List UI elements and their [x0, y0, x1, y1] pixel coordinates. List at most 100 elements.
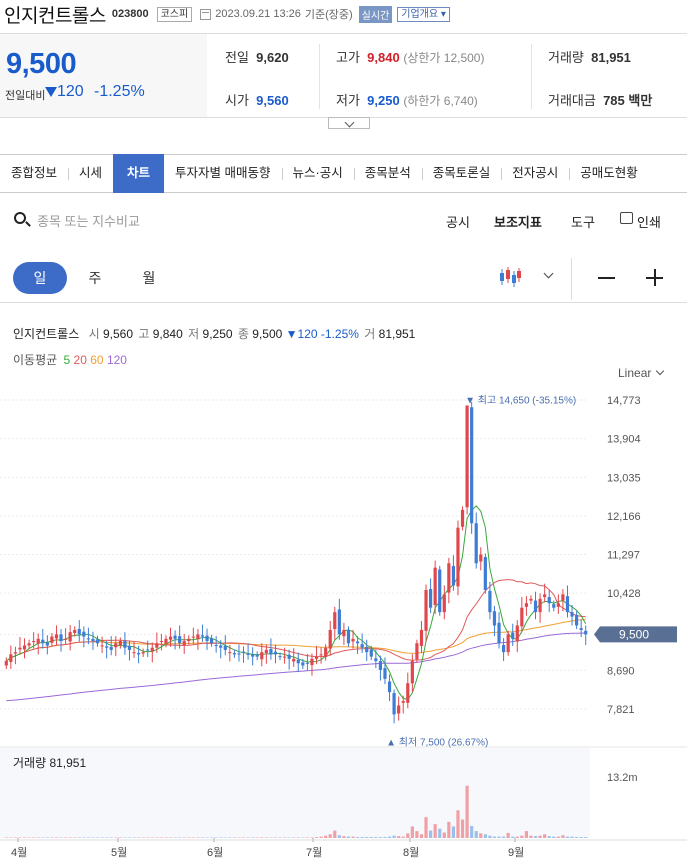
- period-day-button[interactable]: 일: [13, 262, 67, 294]
- volume-bar: [319, 836, 323, 838]
- volume-bar: [155, 837, 159, 839]
- volume-bar: [547, 836, 551, 838]
- tab-discussion[interactable]: 종목토론실: [421, 155, 502, 192]
- tab-short-selling[interactable]: 공매도현황: [569, 155, 649, 192]
- volume-bar: [438, 828, 442, 838]
- expand-toggle-button[interactable]: [328, 117, 370, 129]
- stock-header: 인지컨트롤스 023800 코스피 2023.09.21 13:26 기준(장중…: [0, 0, 687, 28]
- volume-bar: [328, 834, 332, 838]
- volume-bar: [77, 837, 81, 839]
- candle-body: [273, 651, 278, 655]
- zoom-out-icon[interactable]: [598, 277, 615, 279]
- candle-body: [50, 636, 54, 643]
- period-week-button[interactable]: 주: [80, 262, 110, 294]
- volume-bar: [150, 837, 154, 839]
- volume-bar: [378, 837, 383, 838]
- candle-body: [18, 647, 22, 650]
- volume-bar: [63, 837, 68, 839]
- candle-body: [360, 644, 364, 648]
- volume-bar: [273, 837, 278, 839]
- candlestick-icon[interactable]: [498, 266, 522, 288]
- volume-bar: [232, 837, 237, 839]
- candle-body: [4, 661, 8, 666]
- tools-button[interactable]: 도구: [571, 212, 595, 231]
- scale-chevron-icon[interactable]: [655, 366, 665, 376]
- legend-close: 9,500: [252, 327, 283, 341]
- price-tick: 12,166: [607, 511, 641, 523]
- candle-body: [27, 643, 31, 646]
- volume-bar: [164, 837, 168, 839]
- candle-body: [465, 405, 469, 508]
- candle-body: [54, 634, 59, 639]
- volume-bar: [419, 834, 424, 838]
- candle-body: [501, 645, 506, 653]
- market-badge: 코스피: [156, 6, 193, 22]
- company-overview-button[interactable]: 기업개요 ▾: [397, 6, 450, 22]
- scale-selector[interactable]: Linear: [618, 366, 651, 380]
- print-icon[interactable]: [620, 212, 633, 224]
- high-value: 9,840: [367, 50, 400, 65]
- volume-bar: [392, 835, 396, 838]
- volume-bar: [365, 837, 369, 838]
- candle-body: [515, 625, 519, 642]
- tab-chart[interactable]: 차트: [113, 154, 165, 193]
- search-icon[interactable]: [14, 212, 26, 224]
- tab-disclosure[interactable]: 전자공시: [501, 155, 569, 192]
- high-label: 고가: [336, 50, 360, 65]
- volume-bar: [278, 837, 282, 839]
- disclosure-button[interactable]: 공시: [446, 212, 470, 231]
- legend-change: ▼120 -1.25%: [285, 327, 359, 341]
- candle-body: [552, 604, 556, 608]
- volume-bar: [178, 837, 182, 839]
- price-tick: 13,904: [607, 434, 641, 446]
- candle-body: [219, 645, 223, 648]
- candle-body: [68, 632, 72, 642]
- candle-body: [136, 653, 141, 655]
- price-tick: 10,428: [607, 588, 641, 600]
- tab-quotes[interactable]: 시세: [68, 155, 113, 192]
- candle-body: [100, 645, 104, 647]
- candle-body: [337, 609, 341, 635]
- print-button[interactable]: 인쇄: [637, 212, 661, 231]
- chart-type-dropdown-chevron-icon[interactable]: [543, 268, 554, 279]
- tab-investors[interactable]: 투자자별 매매동향: [164, 155, 281, 192]
- volume-bar: [529, 835, 533, 838]
- legend-high-key: 고: [138, 327, 150, 341]
- realtime-badge[interactable]: 실시간: [358, 5, 393, 23]
- volume-bar: [146, 837, 150, 839]
- month-label: 4월: [11, 846, 27, 859]
- tab-summary[interactable]: 종합정보: [0, 155, 68, 192]
- period-month-button[interactable]: 월: [134, 262, 164, 294]
- candle-body: [73, 629, 77, 634]
- candle-body: [264, 649, 268, 654]
- volume-bar: [515, 836, 519, 838]
- candle-body: [223, 645, 227, 650]
- volume-bar: [264, 837, 268, 839]
- volume-bar: [82, 837, 86, 839]
- tab-analysis[interactable]: 종목분석: [353, 155, 422, 192]
- candle-body: [155, 643, 159, 648]
- price-chart[interactable]: 14,773 13,904 13,035 12,166 11,297 10,428 8,69…: [0, 385, 687, 863]
- volume-bar: [574, 837, 579, 838]
- indicator-button[interactable]: 보조지표: [494, 212, 542, 231]
- volume-bar: [109, 837, 113, 839]
- volume-label: 거래량: [548, 50, 584, 65]
- down-triangle-icon: [45, 86, 57, 97]
- candle-body: [292, 658, 296, 662]
- volume-bar: [287, 837, 291, 839]
- candle-body: [118, 641, 122, 646]
- candle-body: [378, 661, 383, 670]
- change-amount: 120: [57, 83, 84, 100]
- volume-bar: [100, 837, 104, 839]
- volume-bar: [533, 836, 538, 838]
- compare-search-input[interactable]: 종목 또는 지수비교: [37, 211, 140, 230]
- tab-news[interactable]: 뉴스·공시: [281, 155, 354, 192]
- volume-bar: [456, 810, 460, 838]
- open-price: 시가 9,560: [225, 90, 289, 109]
- ma120-label: 120: [106, 353, 127, 367]
- volume-bar: [314, 837, 319, 838]
- volume-bar: [200, 837, 205, 839]
- candle-body: [365, 646, 369, 653]
- volume-bar: [9, 837, 13, 839]
- candle-body: [428, 589, 433, 608]
